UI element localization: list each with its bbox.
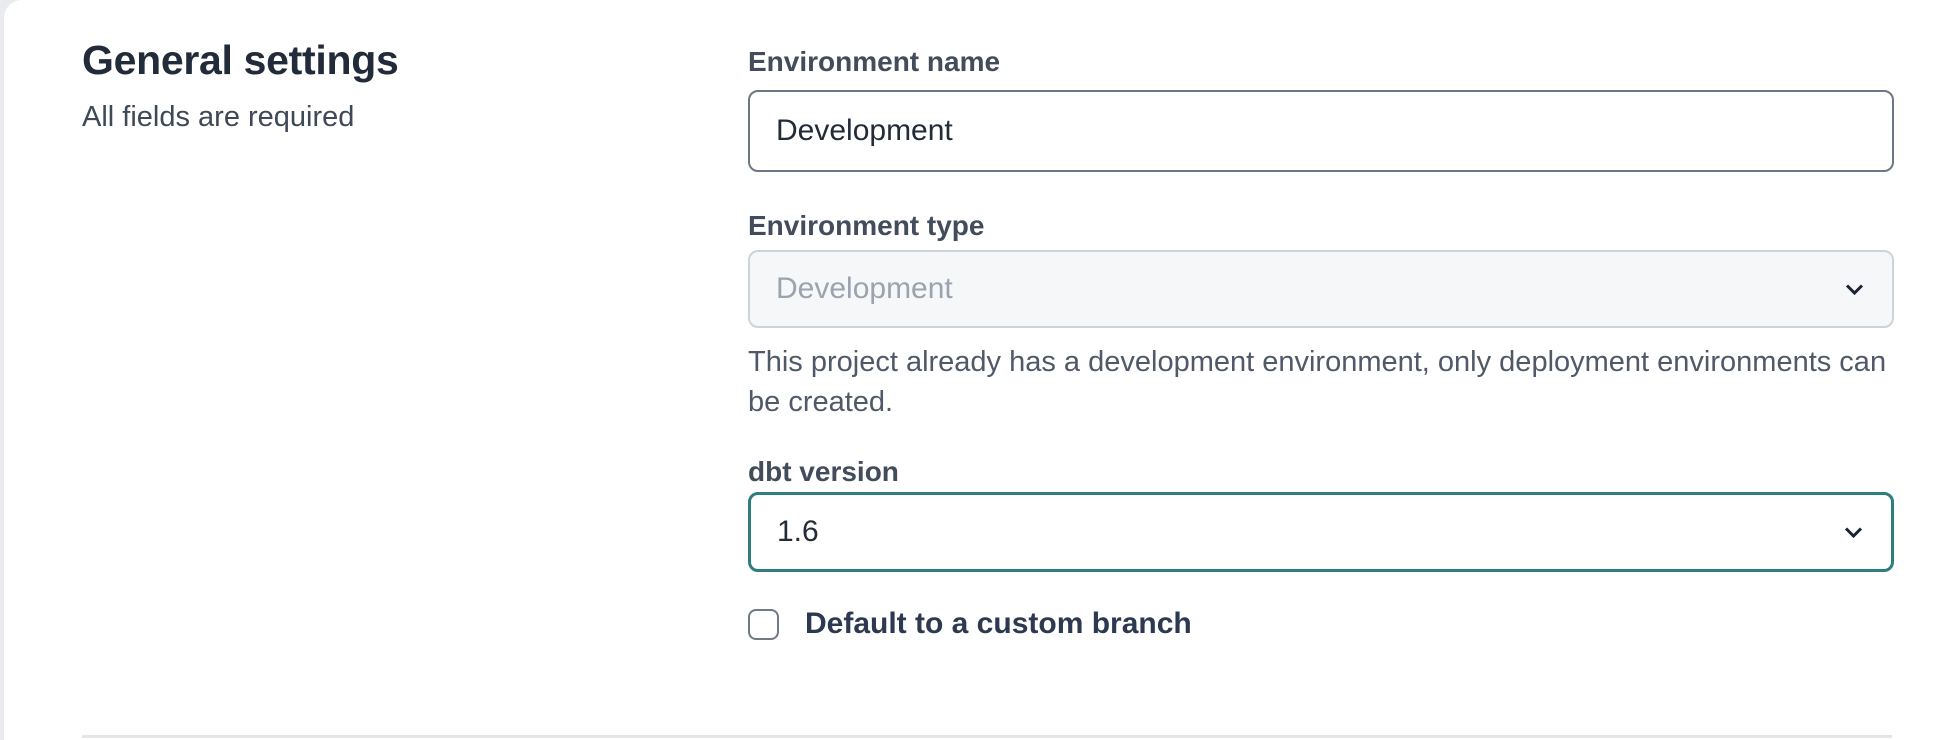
page-title: General settings [82,34,642,86]
section-divider [82,735,1892,738]
environment-name-input[interactable] [748,90,1894,172]
chevron-down-icon [1840,519,1867,546]
environment-name-label: Environment name [748,44,1894,80]
default-custom-branch-row[interactable]: Default to a custom branch [748,606,1192,642]
section-header: General settings All fields are required [82,34,642,136]
environment-type-help: This project already has a development e… [748,342,1894,422]
environment-type-select: Development [748,250,1894,328]
dbt-version-value: 1.6 [777,515,819,549]
environment-type-value: Development [776,272,953,306]
dbt-version-select[interactable]: 1.6 [748,492,1894,572]
environment-type-label: Environment type [748,208,1894,244]
general-settings-form: Environment name Environment type Develo… [748,44,1894,642]
default-custom-branch-label: Default to a custom branch [805,606,1192,642]
default-custom-branch-checkbox[interactable] [748,609,779,640]
chevron-down-icon [1841,276,1868,303]
dbt-version-label: dbt version [748,454,1894,490]
section-subtitle: All fields are required [82,98,642,136]
settings-card: General settings All fields are required… [4,0,1958,740]
